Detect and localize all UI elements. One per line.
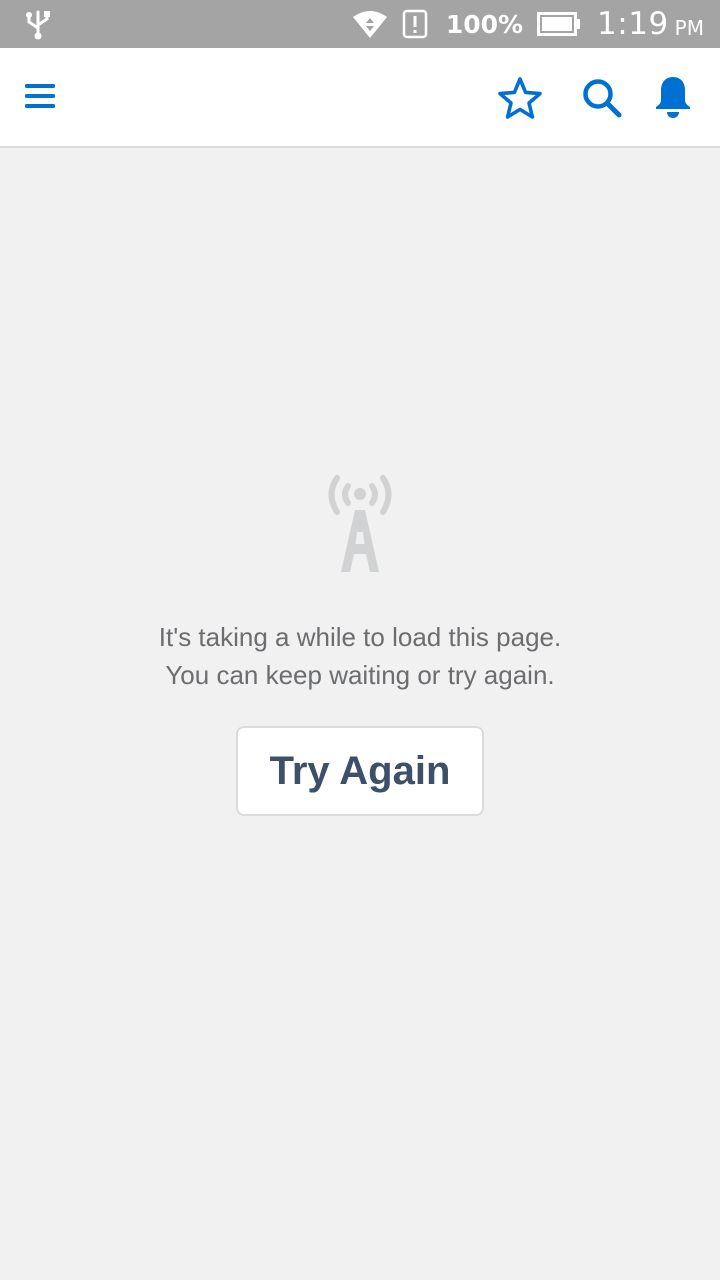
star-icon [498, 77, 542, 119]
menu-icon [25, 84, 55, 108]
usb-icon [26, 10, 50, 40]
clock-ampm: PM [674, 16, 704, 40]
menu-button[interactable] [18, 74, 62, 118]
search-icon [583, 79, 622, 118]
wifi-icon [352, 11, 387, 38]
loading-message: It's taking a while to load this page. Y… [60, 618, 660, 694]
try-again-button[interactable]: Try Again [236, 726, 484, 816]
battery-icon [537, 12, 581, 36]
message-line-2: You can keep waiting or try again. [165, 660, 555, 690]
favorites-button[interactable] [494, 72, 546, 124]
battery-percent: 100% [445, 9, 524, 39]
app-header [0, 48, 720, 148]
bell-icon [656, 77, 690, 118]
alert-icon [402, 9, 428, 39]
clock-time: 1:19 [597, 6, 669, 42]
search-button[interactable] [578, 74, 626, 122]
message-line-1: It's taking a while to load this page. [158, 622, 562, 652]
signal-tower-icon [328, 475, 392, 572]
notifications-button[interactable] [650, 72, 696, 122]
status-bar: 100% 1:19 PM [0, 0, 720, 48]
page-content: It's taking a while to load this page. Y… [0, 148, 720, 1280]
